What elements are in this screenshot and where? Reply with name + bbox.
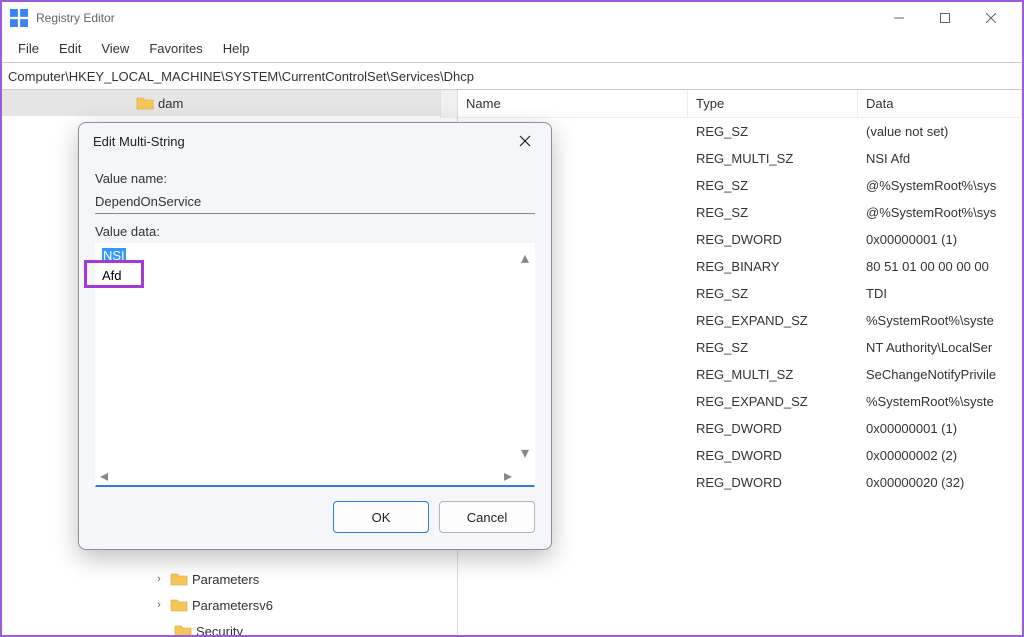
tree-item-security[interactable]: Security (2, 618, 457, 635)
selected-text: NSI (102, 248, 126, 263)
chevron-right-icon[interactable]: › (152, 573, 166, 585)
dialog-body: Value name: Value data: NSI Afd ▴ ▾ ◂ ▸ (79, 159, 551, 487)
menu-edit[interactable]: Edit (49, 37, 91, 60)
edit-multistring-dialog: Edit Multi-String Value name: Value data… (78, 122, 552, 550)
value-data-cell: SeChangeNotifyPrivile (858, 367, 1022, 382)
scroll-down-icon[interactable]: ▾ (521, 443, 529, 463)
address-bar[interactable]: Computer\HKEY_LOCAL_MACHINE\SYSTEM\Curre… (2, 62, 1022, 90)
scroll-up-icon[interactable]: ▴ (521, 248, 529, 268)
dialog-footer: OK Cancel (79, 487, 551, 549)
app-icon (10, 9, 28, 27)
value-type-cell: REG_EXPAND_SZ (688, 313, 858, 328)
value-type-cell: REG_DWORD (688, 232, 858, 247)
horizontal-scrollbar[interactable]: ◂ ▸ (96, 467, 516, 485)
value-type-cell: REG_SZ (688, 286, 858, 301)
menu-file[interactable]: File (8, 37, 49, 60)
value-type-cell: REG_SZ (688, 178, 858, 193)
cancel-button[interactable]: Cancel (439, 501, 535, 533)
tree-item-label: Parametersv6 (192, 598, 273, 613)
column-header-type[interactable]: Type (688, 90, 858, 117)
value-data-cell: 0x00000002 (2) (858, 448, 1022, 463)
value-data-textarea-wrap: NSI Afd ▴ ▾ ◂ ▸ (95, 243, 535, 487)
value-data-cell: 80 51 01 00 00 00 00 (858, 259, 1022, 274)
value-data-label: Value data: (95, 224, 535, 239)
address-text: Computer\HKEY_LOCAL_MACHINE\SYSTEM\Curre… (8, 69, 474, 84)
value-type-cell: REG_SZ (688, 205, 858, 220)
window-title: Registry Editor (36, 11, 876, 25)
tree-item-label: dam (158, 96, 183, 111)
textarea-line[interactable]: Afd (96, 266, 534, 286)
close-button[interactable] (968, 2, 1014, 34)
vertical-scrollbar[interactable]: ▴ ▾ (516, 244, 534, 467)
scroll-right-icon[interactable]: ▸ (504, 466, 512, 486)
folder-icon (170, 598, 188, 612)
chevron-right-icon[interactable]: › (152, 599, 166, 611)
value-type-cell: REG_EXPAND_SZ (688, 394, 858, 409)
dialog-title: Edit Multi-String (93, 134, 513, 149)
value-name-input[interactable] (95, 190, 535, 214)
tree-item-label: Parameters (192, 572, 259, 587)
dialog-titlebar[interactable]: Edit Multi-String (79, 123, 551, 159)
tree-item-dam[interactable]: dam (2, 90, 457, 116)
value-data-cell: NSI Afd (858, 151, 1022, 166)
column-header-name[interactable]: Name (458, 90, 688, 117)
window-controls (876, 2, 1014, 34)
minimize-button[interactable] (876, 2, 922, 34)
value-data-cell: NT Authority\LocalSer (858, 340, 1022, 355)
tree-item-parametersv6[interactable]: › Parametersv6 (2, 592, 457, 618)
menu-view[interactable]: View (91, 37, 139, 60)
folder-icon (174, 624, 192, 635)
value-type-cell: REG_DWORD (688, 421, 858, 436)
value-data-cell: %SystemRoot%\syste (858, 313, 1022, 328)
value-data-cell: @%SystemRoot%\sys (858, 205, 1022, 220)
value-type-cell: REG_MULTI_SZ (688, 151, 858, 166)
values-header: Name Type Data (458, 90, 1022, 118)
value-type-cell: REG_BINARY (688, 259, 858, 274)
close-icon[interactable] (513, 129, 537, 153)
tree-scrollbar[interactable] (440, 90, 457, 118)
tree-item-label: Security (196, 624, 243, 636)
menu-help[interactable]: Help (213, 37, 260, 60)
value-type-cell: REG_DWORD (688, 448, 858, 463)
menubar: File Edit View Favorites Help (2, 34, 1022, 62)
textarea-line[interactable]: NSI (96, 246, 534, 266)
value-data-cell: TDI (858, 286, 1022, 301)
value-data-cell: %SystemRoot%\syste (858, 394, 1022, 409)
value-type-cell: REG_SZ (688, 124, 858, 139)
menu-favorites[interactable]: Favorites (139, 37, 212, 60)
value-data-cell: 0x00000001 (1) (858, 421, 1022, 436)
maximize-button[interactable] (922, 2, 968, 34)
value-data-cell: 0x00000001 (1) (858, 232, 1022, 247)
scroll-left-icon[interactable]: ◂ (100, 466, 108, 486)
value-data-cell: @%SystemRoot%\sys (858, 178, 1022, 193)
value-data-cell: (value not set) (858, 124, 1022, 139)
value-type-cell: REG_SZ (688, 340, 858, 355)
folder-icon (170, 572, 188, 586)
value-name-label: Value name: (95, 171, 535, 186)
value-type-cell: REG_MULTI_SZ (688, 367, 858, 382)
value-type-cell: REG_DWORD (688, 475, 858, 490)
tree-item-parameters[interactable]: › Parameters (2, 566, 457, 592)
ok-button[interactable]: OK (333, 501, 429, 533)
value-data-cell: 0x00000020 (32) (858, 475, 1022, 490)
window-titlebar: Registry Editor (2, 2, 1022, 34)
column-header-data[interactable]: Data (858, 90, 1022, 117)
folder-icon (136, 96, 154, 110)
